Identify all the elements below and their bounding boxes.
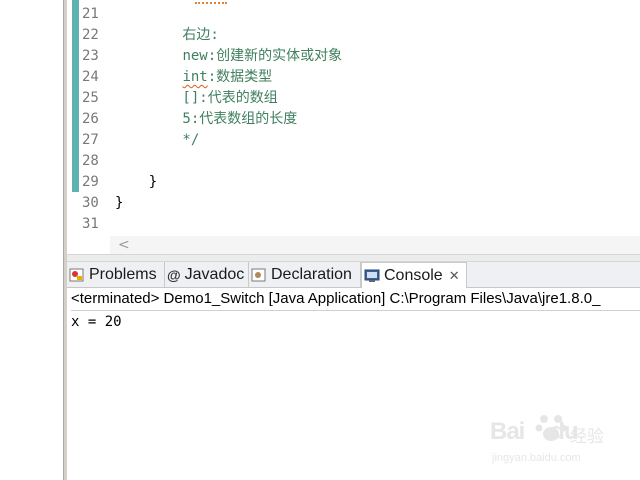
error-squiggle — [195, 0, 227, 4]
code-text: new:创建新的实体或对象 — [182, 48, 343, 64]
code-comment-line[interactable]: []:代表的数组 — [115, 88, 277, 109]
change-marker — [72, 21, 79, 147]
tab-javadoc[interactable]: @ Javadoc — [165, 262, 249, 287]
line-number: 29 — [82, 174, 99, 190]
baidu-paw-icon — [535, 415, 567, 441]
line-number: 26 — [82, 111, 99, 127]
console-output[interactable]: x = 20 — [71, 312, 122, 332]
window-left-area — [0, 0, 62, 480]
line-number: 31 — [82, 216, 99, 232]
views-tab-bar: Problems @ Javadoc Declaration Console ✕ — [67, 262, 640, 288]
baidu-watermark: Bai du 经验 jingyan.baidu.com — [488, 410, 618, 470]
javadoc-icon: @ — [167, 266, 181, 283]
code-line[interactable]: } — [115, 193, 123, 214]
horizontal-scrollbar[interactable]: < — [110, 236, 640, 254]
line-number: 30 — [82, 195, 99, 211]
tab-declaration[interactable]: Declaration — [249, 262, 361, 287]
line-number: 25 — [82, 90, 99, 106]
watermark-cn: 经验 — [570, 427, 604, 447]
line-number: 28 — [82, 153, 99, 169]
code-text: :数据类型 — [207, 69, 273, 85]
misspelled-word: int — [182, 69, 208, 85]
tab-label: Javadoc — [184, 265, 245, 283]
tab-label: Declaration — [271, 265, 352, 283]
close-icon[interactable]: ✕ — [449, 268, 460, 284]
declaration-icon — [251, 267, 267, 283]
change-marker — [72, 0, 79, 21]
code-comment-line[interactable]: 5:代表数组的长度 — [115, 109, 297, 130]
tab-console[interactable]: Console ✕ — [361, 262, 467, 288]
code-comment-line[interactable]: 右边: — [115, 25, 218, 46]
change-marker — [72, 147, 79, 168]
line-number: 24 — [82, 69, 99, 85]
tab-problems[interactable]: Problems — [67, 262, 165, 287]
watermark-url: jingyan.baidu.com — [492, 452, 581, 464]
console-status: <terminated> Demo1_Switch [Java Applicat… — [71, 288, 640, 311]
pane-splitter[interactable] — [67, 254, 640, 262]
tab-label: Console — [384, 266, 443, 284]
scroll-left-icon[interactable]: < — [118, 236, 130, 254]
code-line[interactable]: } — [115, 172, 157, 193]
line-number: 27 — [82, 132, 99, 148]
code-comment-line[interactable]: int:数据类型 — [115, 67, 272, 88]
line-number: 22 — [82, 27, 99, 43]
console-icon — [364, 268, 380, 284]
code-comment-line[interactable]: */ — [115, 130, 199, 151]
line-number: 21 — [82, 6, 99, 22]
problems-icon — [69, 267, 85, 283]
line-number: 23 — [82, 48, 99, 64]
tab-label: Problems — [89, 265, 157, 283]
change-marker — [72, 168, 79, 192]
code-comment-line[interactable]: new:创建新的实体或对象 — [115, 46, 342, 67]
